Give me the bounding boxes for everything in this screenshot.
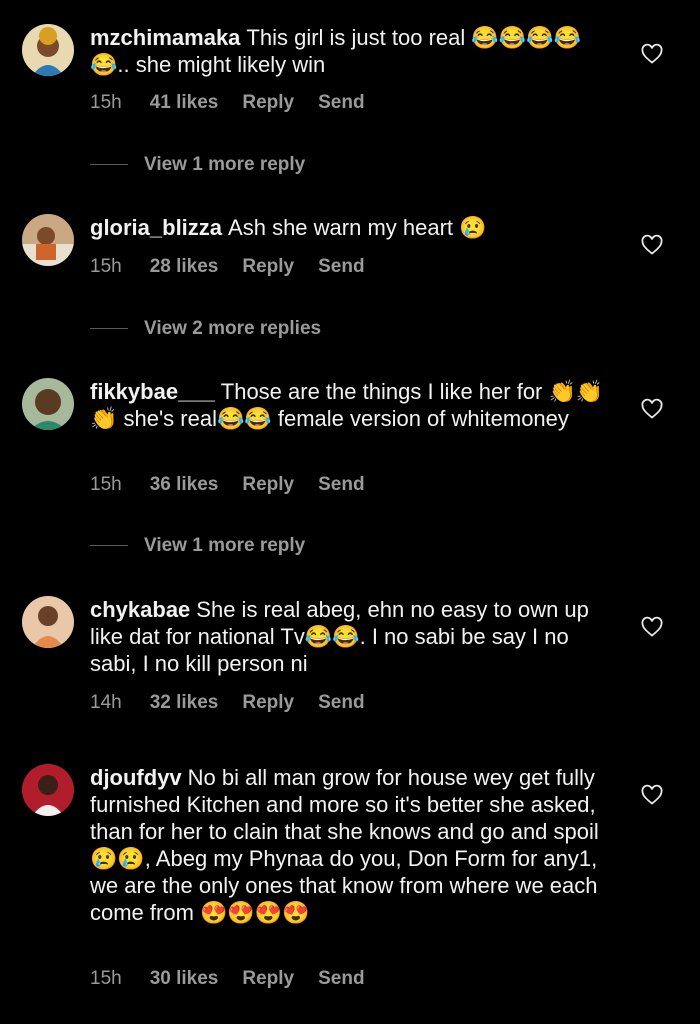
heart-icon[interactable] — [640, 42, 664, 66]
view-replies-button[interactable]: View 1 more reply — [90, 154, 305, 176]
send-button[interactable]: Send — [318, 692, 364, 713]
reply-button[interactable]: Reply — [242, 692, 294, 713]
divider — [90, 164, 128, 166]
comment-time: 15h — [90, 92, 122, 113]
send-button[interactable]: Send — [318, 256, 364, 277]
comment-username[interactable]: mzchimamaka — [90, 25, 240, 50]
view-replies-label: View 1 more reply — [144, 154, 306, 175]
comment-time: 15h — [90, 474, 122, 495]
comment-body: Ash she warn my heart 😢 — [228, 215, 487, 240]
likes-count[interactable]: 36 likes — [150, 474, 219, 495]
send-button[interactable]: Send — [318, 474, 364, 495]
send-button[interactable]: Send — [318, 92, 364, 113]
view-replies-label: View 2 more replies — [144, 318, 322, 339]
comment-meta: 14h 32 likes Reply Send — [90, 692, 389, 714]
avatar[interactable] — [22, 596, 74, 648]
send-button[interactable]: Send — [318, 968, 364, 989]
reply-button[interactable]: Reply — [242, 474, 294, 495]
likes-count[interactable]: 30 likes — [150, 968, 219, 989]
heart-icon[interactable] — [640, 615, 664, 639]
divider — [90, 545, 128, 547]
comment-text: djoufdyv No bi all man grow for house wey… — [90, 764, 610, 926]
heart-icon[interactable] — [640, 783, 664, 807]
comment-username[interactable]: djoufdyv — [90, 765, 182, 790]
view-replies-button[interactable]: View 2 more replies — [90, 318, 321, 340]
view-replies-button[interactable]: View 1 more reply — [90, 535, 305, 557]
comment-username[interactable]: chykabae — [90, 597, 190, 622]
comment-meta: 15h 36 likes Reply Send — [90, 474, 389, 496]
reply-button[interactable]: Reply — [242, 968, 294, 989]
likes-count[interactable]: 32 likes — [150, 692, 219, 713]
avatar[interactable] — [22, 764, 74, 816]
comment-text: mzchimamaka This girl is just too real 😂😂… — [90, 24, 610, 78]
divider — [90, 328, 128, 330]
likes-count[interactable]: 41 likes — [150, 92, 219, 113]
avatar[interactable] — [22, 214, 74, 266]
view-replies-label: View 1 more reply — [144, 535, 306, 556]
heart-icon[interactable] — [640, 233, 664, 257]
comment-meta: 15h 28 likes Reply Send — [90, 256, 389, 278]
comment-text: fikkybae___ Those are the things I like h… — [90, 378, 610, 432]
comment-meta: 15h 41 likes Reply Send — [90, 92, 389, 114]
comment-text: chykabae She is real abeg, ehn no easy to… — [90, 596, 610, 677]
likes-count[interactable]: 28 likes — [150, 256, 219, 277]
avatar[interactable] — [22, 24, 74, 76]
comment-username[interactable]: gloria_blizza — [90, 215, 222, 240]
comment-time: 15h — [90, 968, 122, 989]
avatar[interactable] — [22, 378, 74, 430]
reply-button[interactable]: Reply — [242, 92, 294, 113]
comment-username[interactable]: fikkybae___ — [90, 379, 215, 404]
reply-button[interactable]: Reply — [242, 256, 294, 277]
comment-time: 14h — [90, 692, 122, 713]
heart-icon[interactable] — [640, 397, 664, 421]
comment-meta: 15h 30 likes Reply Send — [90, 968, 389, 990]
comment-time: 15h — [90, 256, 122, 277]
comment-text: gloria_blizza Ash she warn my heart 😢 — [90, 214, 610, 241]
